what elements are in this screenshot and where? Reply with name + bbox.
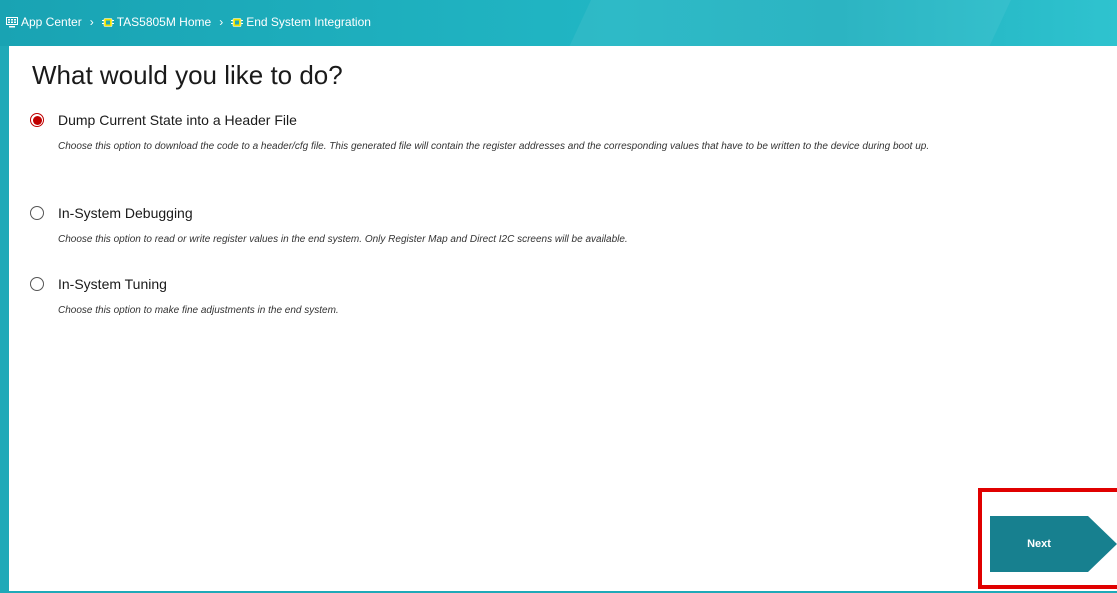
option-dump-header-file: Dump Current State into a Header File Ch… xyxy=(30,112,1117,157)
option-description: Choose this option to read or write regi… xyxy=(58,234,628,245)
page-title: What would you like to do? xyxy=(32,60,343,90)
radio-button[interactable] xyxy=(30,277,44,291)
breadcrumb-end-system-integration[interactable]: End System Integration xyxy=(231,15,371,29)
option-description: Choose this option to download the code … xyxy=(58,141,930,152)
breadcrumb-label: End System Integration xyxy=(246,15,371,29)
breadcrumb-label: App Center xyxy=(21,15,82,29)
breadcrumb: App Center › TAS5805M Home › End System … xyxy=(6,15,371,29)
chevron-right-icon: › xyxy=(219,15,224,29)
chevron-right-icon: › xyxy=(89,15,94,29)
breadcrumb-app-center[interactable]: App Center xyxy=(6,15,82,29)
option-row[interactable]: In-System Debugging xyxy=(30,205,1117,221)
chip-icon xyxy=(231,17,244,27)
app-center-icon xyxy=(6,16,18,27)
option-in-system-tuning: In-System Tuning Choose this option to m… xyxy=(30,276,1117,321)
radio-button[interactable] xyxy=(30,206,44,220)
option-row[interactable]: Dump Current State into a Header File xyxy=(30,112,1117,128)
option-label[interactable]: In-System Debugging xyxy=(58,205,193,221)
next-button-label[interactable]: Next xyxy=(990,516,1088,572)
option-description: Choose this option to make fine adjustme… xyxy=(58,305,339,316)
left-accent-border xyxy=(0,46,9,593)
radio-button-selected[interactable] xyxy=(30,113,44,127)
app-window: App Center › TAS5805M Home › End System … xyxy=(0,0,1117,593)
option-label[interactable]: In-System Tuning xyxy=(58,276,167,292)
option-in-system-debugging: In-System Debugging Choose this option t… xyxy=(30,205,1117,250)
next-button[interactable]: Next xyxy=(990,516,1117,572)
option-row[interactable]: In-System Tuning xyxy=(30,276,1117,292)
breadcrumb-bar: App Center › TAS5805M Home › End System … xyxy=(0,0,1117,46)
breadcrumb-label: TAS5805M Home xyxy=(116,15,212,29)
chip-icon xyxy=(101,17,114,27)
breadcrumb-device-home[interactable]: TAS5805M Home xyxy=(101,15,212,29)
option-label[interactable]: Dump Current State into a Header File xyxy=(58,112,297,128)
radio-dot xyxy=(32,115,42,125)
